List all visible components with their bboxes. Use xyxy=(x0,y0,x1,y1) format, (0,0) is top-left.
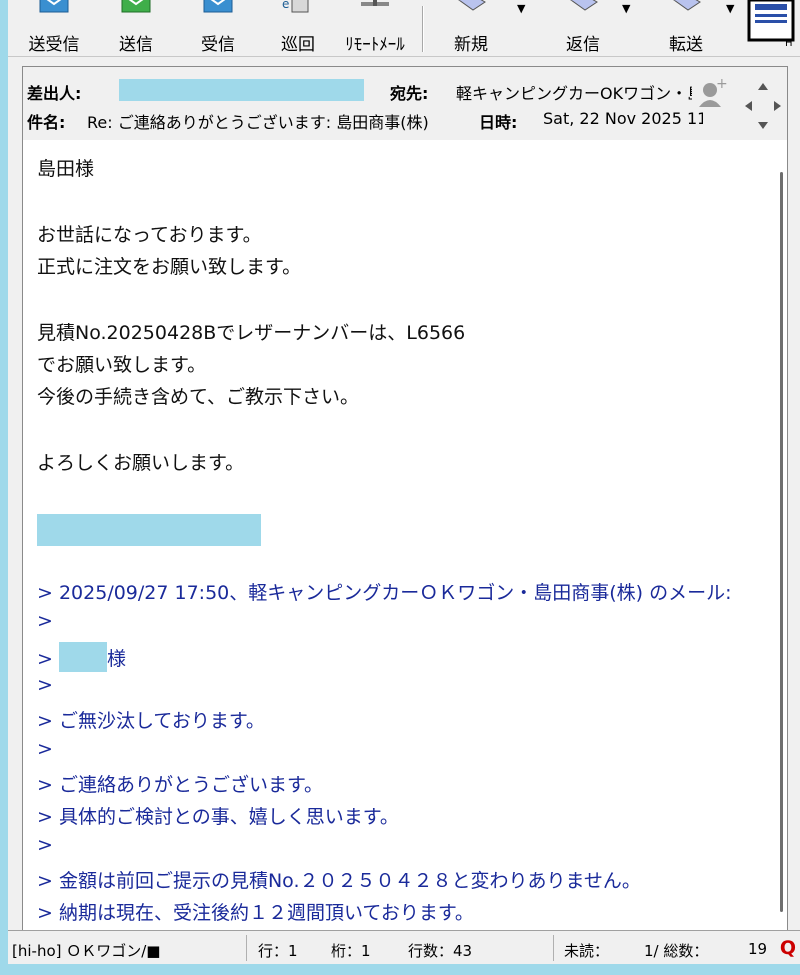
redacted-signature xyxy=(37,514,261,546)
quote-line: > ご連絡ありがとうございます。 xyxy=(37,774,324,796)
message-window-icon[interactable]: H xyxy=(745,0,797,48)
send-icon xyxy=(121,0,151,13)
quote-line: > 金額は前回ご提示の見積No.２０２５０４２８と変わりありません。 xyxy=(37,870,641,892)
body-line: 正式に注文をお願い致します。 xyxy=(37,256,302,278)
status-folder: [hi-ho] ＯＫワゴン/■ xyxy=(12,942,161,960)
subject-value: Re: ご連絡ありがとうございます: 島田商事(株) xyxy=(87,113,429,132)
window-frame-bottom xyxy=(0,964,800,975)
receive-button[interactable]: 受信 xyxy=(186,0,250,56)
status-line-count: 行数：43 xyxy=(408,942,473,960)
send-receive-icon xyxy=(39,0,69,13)
status-separator xyxy=(553,935,554,961)
body-line: 今後の手続き含めて、ご教示下さい。 xyxy=(37,386,360,408)
patrol-icon: e xyxy=(282,0,309,13)
status-total: 19 xyxy=(748,940,768,958)
send-receive-button[interactable]: 送受信 xyxy=(22,0,86,56)
patrol-button[interactable]: e 巡回 xyxy=(266,0,330,56)
vertical-scrollbar-thumb[interactable] xyxy=(780,172,783,912)
forward-dropdown-arrow-icon[interactable]: ▼ xyxy=(726,2,734,15)
quote-line: > xyxy=(37,834,53,856)
status-bar: [hi-ho] ＯＫワゴン/■ 行：1 桁：1 行数：43 未読： 1/ 総数：… xyxy=(8,930,800,965)
redacted-name xyxy=(58,642,107,672)
svg-text:e: e xyxy=(282,0,289,11)
new-mail-icon xyxy=(458,0,486,11)
body-line: でお願い致します。 xyxy=(37,354,207,376)
date-value: Sat, 22 Nov 2025 11:3ε xyxy=(543,109,703,128)
toolbar: 送受信 送信 受信 e 巡回 ﾘﾓｰﾄﾒｰﾙ 新規 ▼ 返信 ▼ 転送 ▼ H xyxy=(8,0,800,57)
status-unread: 未読： xyxy=(564,942,610,960)
status-col: 桁：1 xyxy=(331,942,371,960)
to-label: 宛先: xyxy=(390,84,429,103)
header-navigation-arrows-icon[interactable] xyxy=(743,81,783,131)
body-line: お世話になっております。 xyxy=(37,224,262,246)
message-header: 差出人: 宛先: 軽キャンピングカーOKワゴン・島 件名: Re: ご連絡ありが… xyxy=(22,66,788,142)
date-label: 日時: xyxy=(479,113,518,132)
redacted-sender xyxy=(119,79,364,101)
body-line: よろしくお願いします。 xyxy=(37,452,245,474)
body-line: 見積No.20250428Bでレザーナンバーは、L6566 xyxy=(37,322,466,344)
quote-line: > ご無沙汰しております。 xyxy=(37,710,265,732)
status-row: 行：1 xyxy=(258,942,298,960)
add-contact-icon[interactable]: + xyxy=(697,77,727,109)
quote-line: > 2025/09/27 17:50、軽キャンピングカーＯＫワゴン・島田商事(株… xyxy=(37,582,732,604)
svg-text:H: H xyxy=(785,38,793,48)
quote-line: > xyxy=(37,674,53,696)
remote-mail-button[interactable]: ﾘﾓｰﾄﾒｰﾙ xyxy=(332,0,418,56)
status-separator xyxy=(246,935,247,961)
from-label: 差出人: xyxy=(27,84,82,103)
quote-line: > 納期は現在、受注後約１２週間頂いております。 xyxy=(37,902,474,924)
toolbar-separator xyxy=(422,6,424,52)
status-position: 1/ 総数： xyxy=(644,942,709,960)
subject-label: 件名: xyxy=(27,113,66,132)
to-value: 軽キャンピングカーOKワゴン・島 xyxy=(456,84,692,103)
reply-dropdown-arrow-icon[interactable]: ▼ xyxy=(622,2,630,15)
quote-line: > 様 xyxy=(37,642,126,672)
message-body[interactable]: 島田様 お世話になっております。 正式に注文をお願い致します。 見積No.202… xyxy=(22,140,788,930)
forward-icon xyxy=(673,0,701,11)
body-line-greeting: 島田様 xyxy=(37,158,95,180)
svg-text:+: + xyxy=(716,77,727,92)
new-button[interactable]: 新規 xyxy=(434,0,508,56)
reply-icon xyxy=(570,0,598,11)
quote-line: > xyxy=(37,610,53,632)
remote-mail-icon xyxy=(361,0,389,6)
quote-line: > 具体的ご検討との事、嬉しく思います。 xyxy=(37,806,399,828)
receive-icon xyxy=(203,0,233,13)
send-button[interactable]: 送信 xyxy=(104,0,168,56)
new-dropdown-arrow-icon[interactable]: ▼ xyxy=(517,2,525,15)
window-frame-left xyxy=(0,0,8,975)
reply-button[interactable]: 返信 xyxy=(540,0,626,56)
q-status-icon: Q xyxy=(779,937,797,959)
forward-button[interactable]: 転送 xyxy=(644,0,728,56)
quote-line: > xyxy=(37,738,53,760)
